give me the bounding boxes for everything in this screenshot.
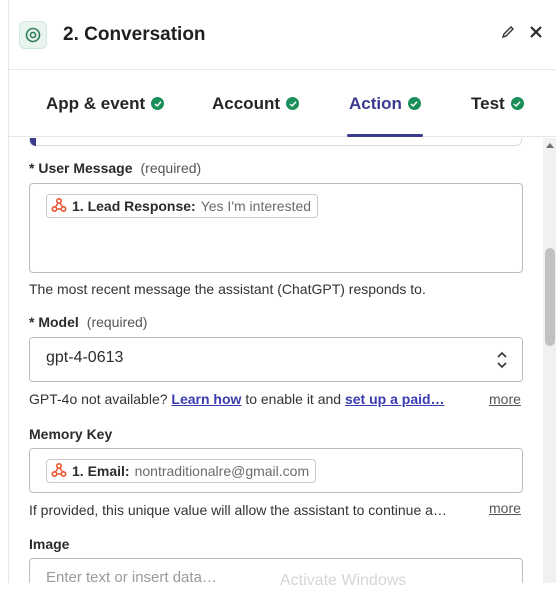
check-icon	[510, 97, 524, 110]
model-select[interactable]: gpt-4-0613	[29, 337, 523, 382]
memory-key-label: Memory Key	[29, 426, 113, 442]
memory-key-help: If provided, this unique value will allo…	[29, 502, 447, 518]
user-message-label: * User Message (required)	[29, 160, 202, 176]
image-label: Image	[29, 536, 70, 552]
step-editor-panel: 2. Conversation App & event Account Acti…	[8, 0, 556, 583]
tab-label: Account	[212, 93, 280, 113]
close-button[interactable]	[524, 22, 548, 46]
check-icon	[151, 97, 165, 110]
data-pill[interactable]: 1. Lead Response: Yes I'm interested	[46, 194, 319, 218]
user-message-help: The most recent message the assistant (C…	[29, 281, 426, 297]
step-title: 2. Conversation	[63, 24, 206, 45]
webhook-icon	[51, 462, 67, 481]
scroll-thumb[interactable]	[545, 248, 555, 346]
previous-field-box	[29, 138, 522, 146]
data-pill[interactable]: 1. Email: nontraditionalre@gmail.com	[46, 459, 317, 483]
tab-label: Action	[349, 93, 402, 113]
tab-label: App & event	[46, 93, 146, 113]
model-value: gpt-4-0613	[46, 349, 124, 366]
action-form: * User Message (required) 1. Lead Respons…	[9, 138, 543, 583]
step-tabs: App & event Account Action Test	[9, 70, 556, 137]
active-tab-indicator	[347, 134, 423, 137]
learn-how-link[interactable]: Learn how	[171, 391, 241, 407]
setup-paid-link[interactable]: set up a paid…	[345, 391, 445, 407]
tab-test[interactable]: Test	[471, 70, 524, 137]
chevron-up-down-icon	[496, 350, 508, 375]
scroll-up-icon[interactable]	[546, 143, 554, 148]
edit-title-button[interactable]	[496, 22, 520, 46]
step-header: 2. Conversation	[9, 0, 556, 70]
scrollbar[interactable]	[543, 138, 556, 583]
image-placeholder: Enter text or insert data…	[46, 569, 217, 583]
check-icon	[286, 97, 299, 110]
tab-action[interactable]: Action	[347, 70, 423, 137]
tab-app-event[interactable]: App & event	[46, 70, 165, 137]
model-help: GPT-4o not available? Learn how to enabl…	[29, 391, 445, 407]
model-label: * Model (required)	[29, 314, 148, 330]
tab-account[interactable]: Account	[212, 70, 299, 137]
close-icon	[529, 25, 543, 44]
openai-icon	[19, 21, 47, 49]
memory-key-field[interactable]: 1. Email: nontraditionalre@gmail.com	[29, 448, 523, 493]
check-icon	[407, 97, 421, 110]
webhook-icon	[51, 197, 67, 216]
user-message-field[interactable]: 1. Lead Response: Yes I'm interested	[29, 183, 523, 273]
image-field[interactable]: Enter text or insert data…	[29, 558, 523, 583]
activate-windows-watermark: Activate Windows	[280, 572, 407, 589]
model-more-link[interactable]: more	[489, 391, 521, 407]
memory-key-more-link[interactable]: more	[489, 500, 521, 516]
pencil-icon	[501, 25, 515, 44]
tab-label: Test	[471, 93, 505, 113]
